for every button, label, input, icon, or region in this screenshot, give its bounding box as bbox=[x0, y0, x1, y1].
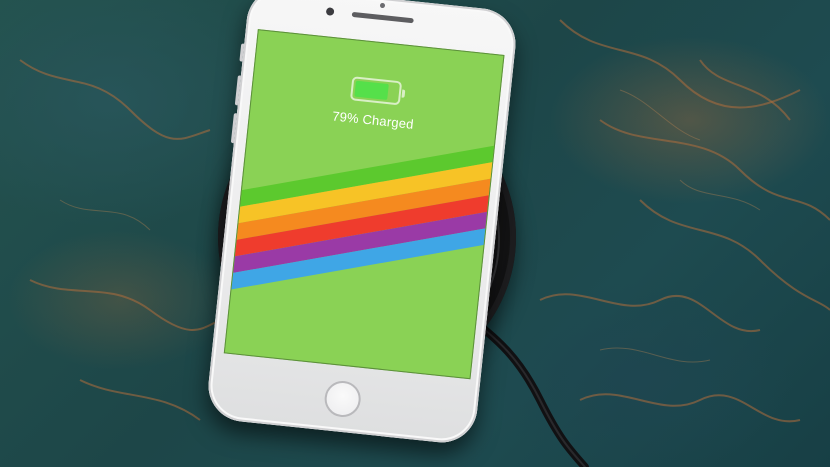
battery-icon bbox=[349, 76, 406, 106]
battery-cap bbox=[401, 89, 406, 98]
rainbow-wallpaper-stripes bbox=[223, 134, 505, 296]
charge-status-label: 79% Charged bbox=[331, 108, 415, 132]
home-button[interactable] bbox=[322, 379, 363, 419]
photo-scene: 79% Charged bbox=[0, 0, 830, 467]
mute-switch bbox=[239, 43, 245, 62]
battery-level-fill bbox=[354, 80, 390, 101]
smartphone: 79% Charged bbox=[204, 0, 520, 446]
earpiece-speaker bbox=[351, 11, 414, 24]
lock-screen: 79% Charged bbox=[223, 29, 505, 380]
front-camera bbox=[325, 7, 335, 16]
proximity-sensor bbox=[379, 2, 386, 9]
